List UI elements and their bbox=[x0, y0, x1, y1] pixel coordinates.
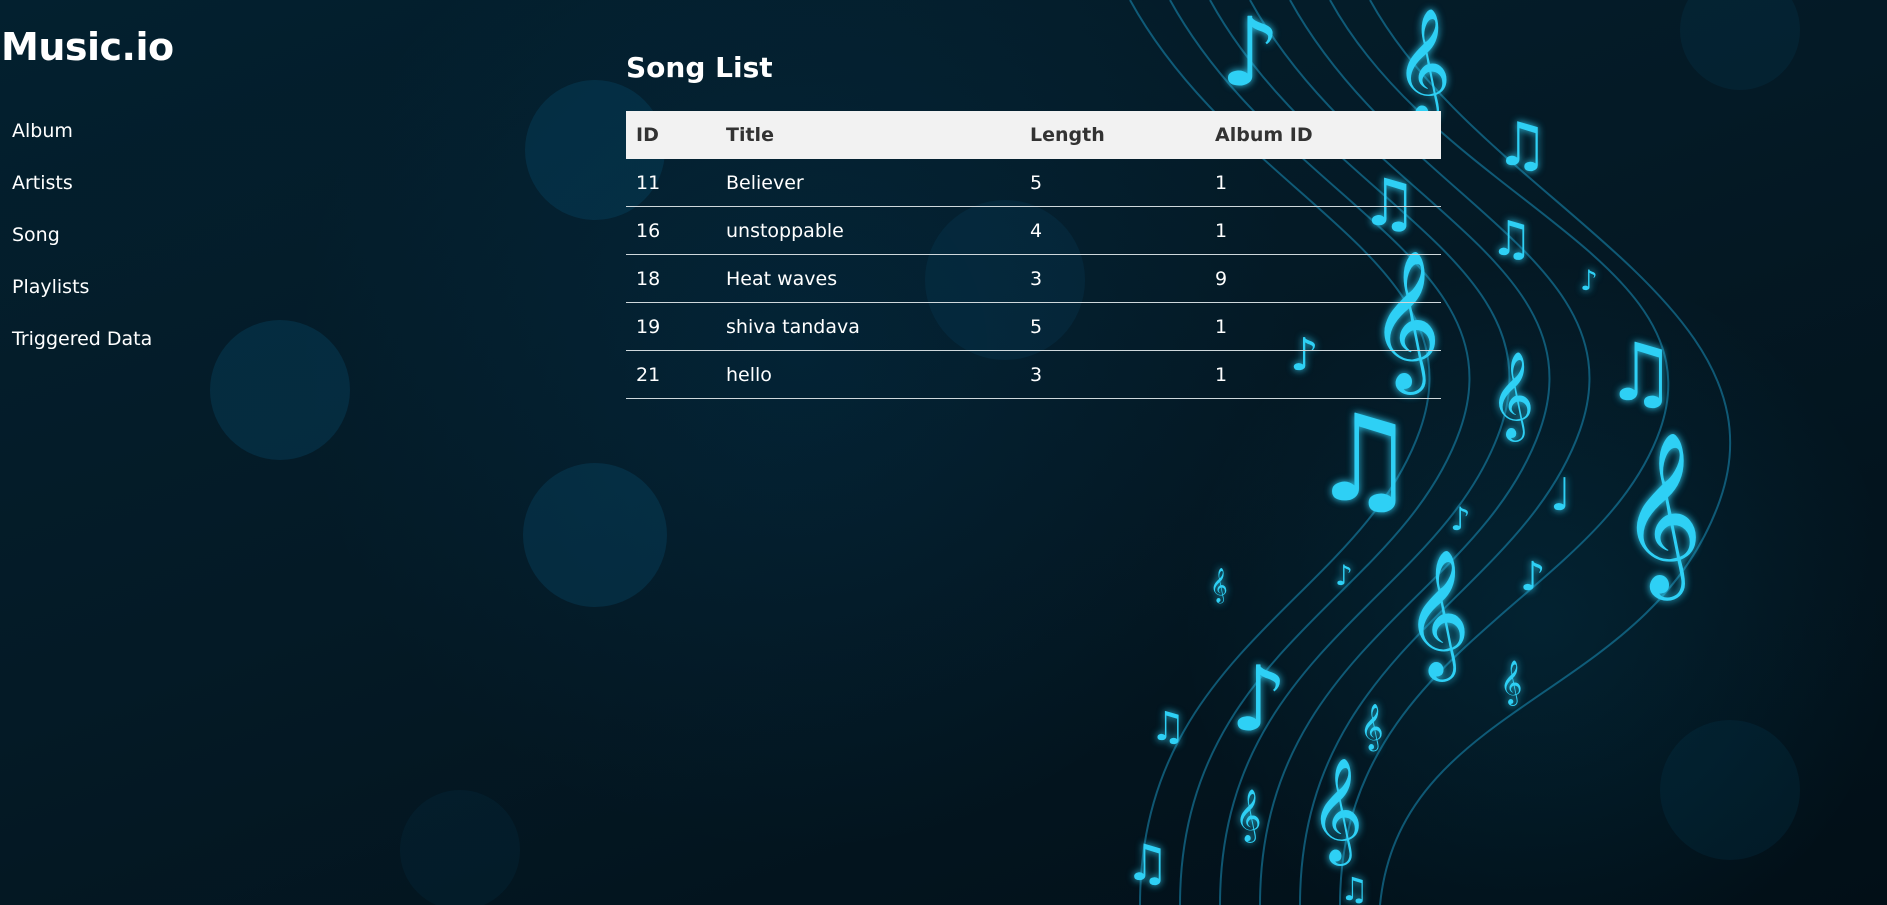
svg-text:♫: ♫ bbox=[1495, 110, 1549, 180]
column-header-album-id: Album ID bbox=[1205, 111, 1441, 159]
table-row: 19 shiva tandava 5 1 bbox=[626, 302, 1441, 351]
cell-album-id: 1 bbox=[1205, 302, 1441, 351]
cell-title: Believer bbox=[716, 159, 1020, 207]
cell-id: 21 bbox=[626, 350, 716, 399]
svg-text:♫: ♫ bbox=[1605, 326, 1677, 419]
svg-text:♪: ♪ bbox=[1520, 554, 1546, 600]
song-table: ID Title Length Album ID 11 Believer 5 1… bbox=[626, 111, 1441, 399]
app-brand-title: Music.io bbox=[1, 25, 174, 69]
sidebar-item-song[interactable]: Song bbox=[12, 220, 152, 272]
column-header-title: Title bbox=[716, 111, 1020, 159]
svg-text:♫: ♫ bbox=[1125, 834, 1170, 892]
page-title: Song List bbox=[626, 51, 773, 84]
svg-text:𝄞: 𝄞 bbox=[1360, 704, 1384, 752]
svg-text:♪: ♪ bbox=[1580, 264, 1598, 297]
sidebar-item-playlists[interactable]: Playlists bbox=[12, 272, 152, 324]
svg-text:♫: ♫ bbox=[1310, 390, 1418, 529]
cell-length: 5 bbox=[1020, 302, 1205, 351]
svg-text:𝄞: 𝄞 bbox=[1310, 757, 1363, 866]
svg-text:♪: ♪ bbox=[1335, 559, 1353, 592]
cell-title: unstoppable bbox=[716, 206, 1020, 255]
sidebar-item-artists[interactable]: Artists bbox=[12, 168, 152, 220]
cell-length: 4 bbox=[1020, 206, 1205, 255]
table-row: 21 hello 3 1 bbox=[626, 350, 1441, 399]
sidebar-item-triggered-data[interactable]: Triggered Data bbox=[12, 324, 152, 376]
svg-text:𝄞: 𝄞 bbox=[1405, 548, 1470, 682]
svg-text:♫: ♫ bbox=[1340, 870, 1369, 905]
cell-title: hello bbox=[716, 350, 1020, 399]
table-row: 16 unstoppable 4 1 bbox=[626, 206, 1441, 255]
sidebar-item-album[interactable]: Album bbox=[12, 116, 152, 168]
column-header-length: Length bbox=[1020, 111, 1205, 159]
svg-text:𝄞: 𝄞 bbox=[1620, 431, 1703, 601]
cell-album-id: 1 bbox=[1205, 206, 1441, 255]
sidebar-nav: Album Artists Song Playlists Triggered D… bbox=[12, 116, 152, 376]
svg-text:𝄞: 𝄞 bbox=[1500, 660, 1522, 706]
cell-id: 11 bbox=[626, 159, 716, 207]
cell-title: shiva tandava bbox=[716, 302, 1020, 351]
svg-text:♩: ♩ bbox=[1550, 468, 1571, 521]
cell-length: 5 bbox=[1020, 159, 1205, 207]
cell-id: 16 bbox=[626, 206, 716, 255]
cell-length: 3 bbox=[1020, 350, 1205, 399]
table-header-row: ID Title Length Album ID bbox=[626, 111, 1441, 159]
cell-id: 18 bbox=[626, 254, 716, 303]
table-row: 11 Believer 5 1 bbox=[626, 159, 1441, 207]
column-header-id: ID bbox=[626, 111, 716, 159]
table-row: 18 Heat waves 3 9 bbox=[626, 254, 1441, 303]
svg-text:♪: ♪ bbox=[1450, 500, 1470, 538]
cell-length: 3 bbox=[1020, 254, 1205, 303]
svg-text:♫: ♫ bbox=[1490, 211, 1533, 267]
svg-text:♪: ♪ bbox=[1230, 647, 1287, 752]
cell-album-id: 1 bbox=[1205, 350, 1441, 399]
cell-title: Heat waves bbox=[716, 254, 1020, 303]
main-content: Song List ID Title Length Album ID 11 Be… bbox=[626, 46, 1441, 399]
cell-id: 19 bbox=[626, 302, 716, 351]
cell-album-id: 9 bbox=[1205, 254, 1441, 303]
svg-text:♫: ♫ bbox=[1150, 704, 1186, 750]
svg-text:𝄞: 𝄞 bbox=[1210, 568, 1228, 604]
svg-text:𝄞: 𝄞 bbox=[1490, 350, 1534, 442]
svg-text:𝄞: 𝄞 bbox=[1235, 788, 1262, 843]
cell-album-id: 1 bbox=[1205, 159, 1441, 207]
